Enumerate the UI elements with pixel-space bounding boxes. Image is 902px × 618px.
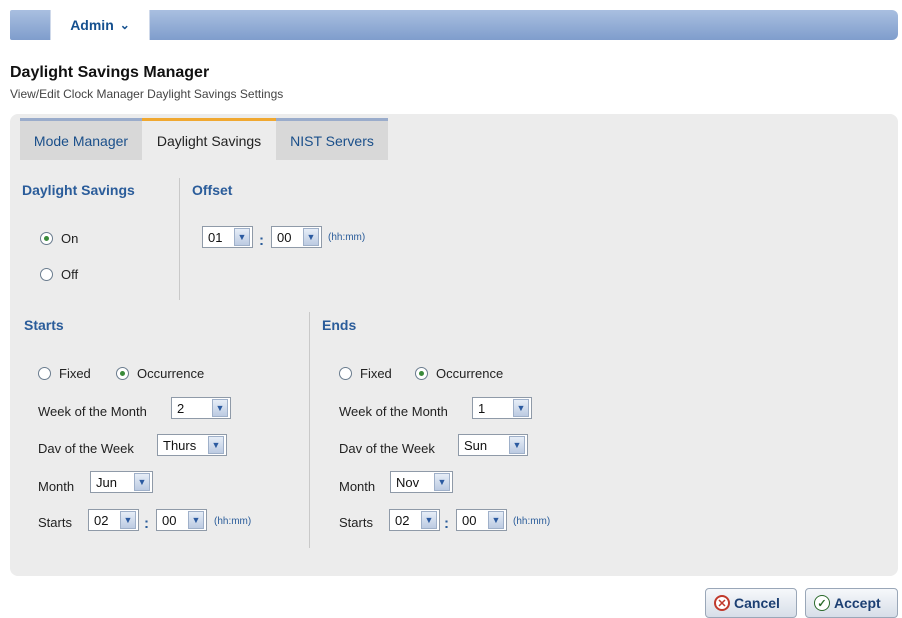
dropdown-arrow-icon: ▼ bbox=[120, 511, 136, 529]
radio-unselected-icon bbox=[38, 367, 51, 380]
dropdown-arrow-icon: ▼ bbox=[234, 228, 250, 246]
dropdown-arrow-icon: ▼ bbox=[434, 473, 450, 491]
starts-occurrence-radio[interactable]: Occurrence bbox=[116, 366, 204, 381]
ends-day-label: Dav of the Week bbox=[339, 441, 435, 456]
starts-week-label: Week of the Month bbox=[38, 404, 147, 419]
dropdown-arrow-icon: ▼ bbox=[212, 399, 228, 417]
offset-hours-value: 01 bbox=[208, 229, 223, 245]
radio-unselected-icon bbox=[339, 367, 352, 380]
daylight-on-radio[interactable]: On bbox=[40, 231, 78, 246]
ends-day-select[interactable]: Sun ▼ bbox=[458, 434, 528, 456]
ends-week-label: Week of the Month bbox=[339, 404, 448, 419]
tab-daylight-savings[interactable]: Daylight Savings bbox=[142, 118, 276, 160]
settings-panel: Mode Manager Daylight Savings NIST Serve… bbox=[10, 114, 898, 576]
cancel-button[interactable]: ✕ Cancel bbox=[705, 588, 797, 618]
admin-menu[interactable]: Admin ⌄ bbox=[50, 10, 150, 40]
radio-selected-icon bbox=[116, 367, 129, 380]
ends-occurrence-radio[interactable]: Occurrence bbox=[415, 366, 503, 381]
dropdown-arrow-icon: ▼ bbox=[421, 511, 437, 529]
ends-month-value: Nov bbox=[396, 474, 420, 490]
dropdown-arrow-icon: ▼ bbox=[509, 436, 525, 454]
cancel-button-label: Cancel bbox=[734, 595, 780, 611]
tab-nist-servers[interactable]: NIST Servers bbox=[276, 118, 388, 160]
ends-minutes-value: 00 bbox=[462, 512, 477, 528]
starts-month-value: Jun bbox=[96, 474, 117, 490]
starts-format-hint: (hh:mm) bbox=[214, 516, 252, 527]
chevron-down-icon: ⌄ bbox=[119, 18, 130, 32]
starts-day-label: Dav of the Week bbox=[38, 441, 134, 456]
starts-week-value: 2 bbox=[177, 400, 185, 416]
admin-menu-label: Admin bbox=[70, 17, 114, 33]
check-icon: ✓ bbox=[814, 595, 830, 611]
cancel-icon: ✕ bbox=[714, 595, 730, 611]
offset-format-hint: (hh:mm) bbox=[328, 232, 366, 243]
daylight-off-label: Off bbox=[61, 267, 79, 282]
ends-hours-select[interactable]: 02 ▼ bbox=[389, 509, 440, 531]
ends-hours-value: 02 bbox=[395, 512, 410, 528]
daylight-on-label: On bbox=[61, 231, 79, 246]
starts-minutes-select[interactable]: 00 ▼ bbox=[156, 509, 207, 531]
time-separator: : bbox=[144, 515, 149, 532]
starts-minutes-value: 00 bbox=[162, 512, 177, 528]
ends-occurrence-label: Occurrence bbox=[436, 366, 504, 381]
daylight-off-radio[interactable]: Off bbox=[40, 267, 78, 282]
ends-month-select[interactable]: Nov ▼ bbox=[390, 471, 453, 493]
starts-day-value: Thurs bbox=[163, 437, 197, 453]
tab-mode-manager[interactable]: Mode Manager bbox=[20, 118, 142, 160]
dropdown-arrow-icon: ▼ bbox=[208, 436, 224, 454]
divider bbox=[309, 312, 310, 548]
starts-fixed-radio[interactable]: Fixed bbox=[38, 366, 91, 381]
divider bbox=[179, 178, 180, 300]
offset-heading: Offset bbox=[192, 182, 233, 198]
offset-minutes-value: 00 bbox=[277, 229, 292, 245]
starts-occurrence-label: Occurrence bbox=[137, 366, 205, 381]
time-separator: : bbox=[444, 515, 449, 532]
dropdown-arrow-icon: ▼ bbox=[488, 511, 504, 529]
offset-minutes-select[interactable]: 00 ▼ bbox=[271, 226, 322, 248]
daylight-savings-heading: Daylight Savings bbox=[22, 182, 135, 198]
top-nav-bar: Admin ⌄ bbox=[10, 10, 898, 40]
accept-button[interactable]: ✓ Accept bbox=[805, 588, 898, 618]
ends-day-value: Sun bbox=[464, 437, 488, 453]
ends-fixed-label: Fixed bbox=[360, 366, 392, 381]
radio-selected-icon bbox=[415, 367, 428, 380]
ends-heading: Ends bbox=[322, 317, 357, 333]
ends-time-label: Starts bbox=[339, 515, 373, 530]
dropdown-arrow-icon: ▼ bbox=[134, 473, 150, 491]
starts-time-label: Starts bbox=[38, 515, 72, 530]
page-title: Daylight Savings Manager bbox=[10, 64, 210, 81]
dropdown-arrow-icon: ▼ bbox=[513, 399, 529, 417]
ends-week-value: 1 bbox=[478, 400, 486, 416]
ends-week-select[interactable]: 1 ▼ bbox=[472, 397, 532, 419]
starts-hours-value: 02 bbox=[94, 512, 109, 528]
page-subtitle: View/Edit Clock Manager Daylight Savings… bbox=[10, 87, 284, 101]
starts-month-label: Month bbox=[38, 479, 75, 494]
ends-fixed-radio[interactable]: Fixed bbox=[339, 366, 392, 381]
starts-week-select[interactable]: 2 ▼ bbox=[171, 397, 231, 419]
tab-bar: Mode Manager Daylight Savings NIST Serve… bbox=[20, 118, 388, 160]
ends-format-hint: (hh:mm) bbox=[513, 516, 551, 527]
accept-button-label: Accept bbox=[834, 595, 881, 611]
dropdown-arrow-icon: ▼ bbox=[188, 511, 204, 529]
ends-month-label: Month bbox=[339, 479, 376, 494]
time-separator: : bbox=[259, 232, 264, 249]
starts-hours-select[interactable]: 02 ▼ bbox=[88, 509, 139, 531]
offset-hours-select[interactable]: 01 ▼ bbox=[202, 226, 253, 248]
starts-fixed-label: Fixed bbox=[59, 366, 91, 381]
starts-month-select[interactable]: Jun ▼ bbox=[90, 471, 153, 493]
radio-unselected-icon bbox=[40, 268, 53, 281]
dropdown-arrow-icon: ▼ bbox=[303, 228, 319, 246]
radio-selected-icon bbox=[40, 232, 53, 245]
starts-heading: Starts bbox=[24, 317, 64, 333]
starts-day-select[interactable]: Thurs ▼ bbox=[157, 434, 227, 456]
ends-minutes-select[interactable]: 00 ▼ bbox=[456, 509, 507, 531]
